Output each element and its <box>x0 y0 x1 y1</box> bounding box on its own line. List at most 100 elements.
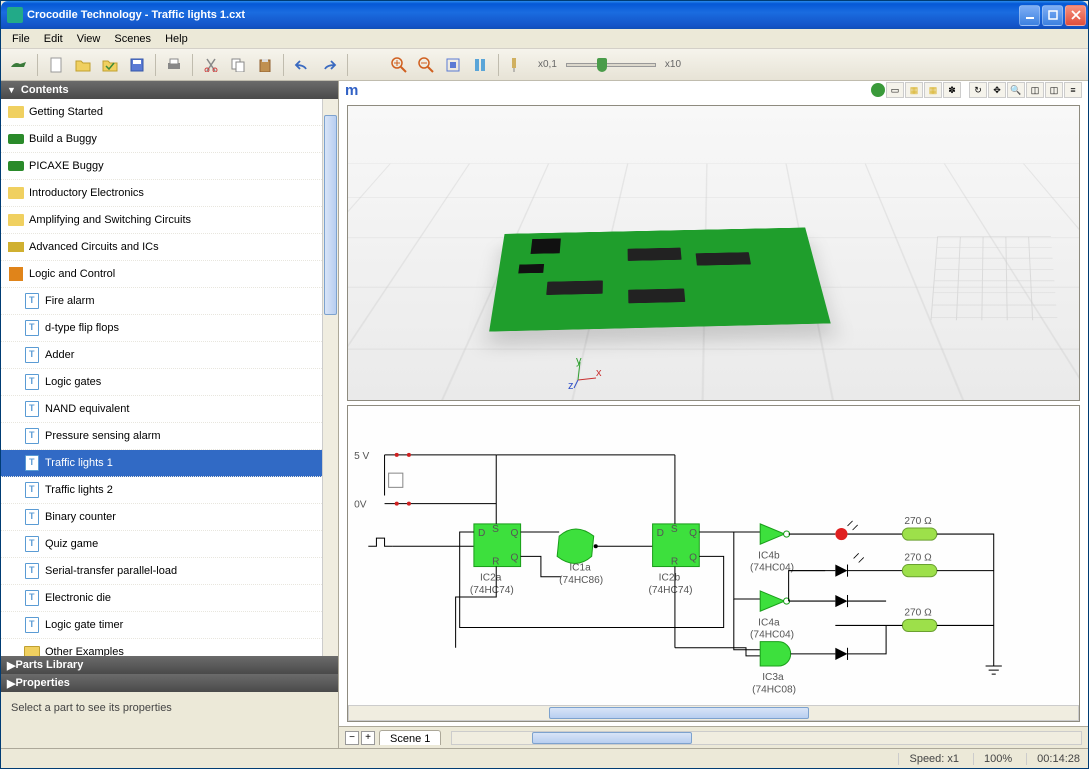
view-list-icon[interactable]: ≡ <box>1064 82 1082 98</box>
folder-icon <box>23 644 41 656</box>
workspace: m ▭ ▦ ▦ ✽ ↻ ✥ 🔍 ◫ ◫ ≡ <box>339 81 1088 748</box>
tree-scrollbar[interactable] <box>322 99 338 656</box>
page-icon <box>23 455 41 471</box>
green-icon <box>7 158 25 174</box>
view-grid2-icon[interactable]: ▦ <box>924 82 942 98</box>
speed-slider[interactable] <box>566 63 656 67</box>
page-icon <box>23 320 41 336</box>
schematic-h-scrollbar[interactable] <box>348 705 1079 721</box>
view-select-icon[interactable]: ▭ <box>886 82 904 98</box>
scene-zoom-in[interactable]: + <box>361 731 375 745</box>
tree-item-amplifying-and-switching-circuits[interactable]: Amplifying and Switching Circuits <box>1 207 322 234</box>
view-cube2-icon[interactable]: ◫ <box>1045 82 1063 98</box>
tree-item-quiz-game[interactable]: Quiz game <box>1 531 322 558</box>
view-refresh-icon[interactable]: ↻ <box>969 82 987 98</box>
svg-text:(74HC04): (74HC04) <box>750 630 794 641</box>
scene-tab-1[interactable]: Scene 1 <box>379 730 441 745</box>
save-button[interactable] <box>125 53 149 77</box>
yel-icon <box>7 104 25 120</box>
svg-text:270 Ω: 270 Ω <box>904 552 932 563</box>
properties-panel-header[interactable]: ▶Properties <box>1 674 338 692</box>
model-logo-icon: m <box>345 82 358 99</box>
tree-item-advanced-circuits-and-ics[interactable]: Advanced Circuits and ICs <box>1 234 322 261</box>
view-center-icon[interactable]: ✽ <box>943 82 961 98</box>
tree-item-label: Introductory Electronics <box>29 187 144 199</box>
svg-text:(74HC86): (74HC86) <box>559 575 603 586</box>
tree-item-serial-transfer-parallel-load[interactable]: Serial-transfer parallel-load <box>1 558 322 585</box>
page-icon <box>23 374 41 390</box>
chip-icon <box>7 239 25 255</box>
print-button[interactable] <box>162 53 186 77</box>
probe-button[interactable] <box>505 53 529 77</box>
new-button[interactable] <box>44 53 68 77</box>
menu-scenes[interactable]: Scenes <box>107 31 158 47</box>
tree-item-d-type-flip-flops[interactable]: d-type flip flops <box>1 315 322 342</box>
tree-item-nand-equivalent[interactable]: NAND equivalent <box>1 396 322 423</box>
tree-item-label: Getting Started <box>29 106 103 118</box>
menu-file[interactable]: File <box>5 31 37 47</box>
breadboard <box>930 236 1057 320</box>
paste-button[interactable] <box>253 53 277 77</box>
minimize-button[interactable] <box>1019 5 1040 26</box>
status-bar: Speed: x1 100% 00:14:28 <box>1 748 1088 768</box>
zoom-out-button[interactable] <box>414 53 438 77</box>
tree-item-traffic-lights-1[interactable]: Traffic lights 1 <box>1 450 322 477</box>
scene-zoom-out[interactable]: − <box>345 731 359 745</box>
tree-item-electronic-die[interactable]: Electronic die <box>1 585 322 612</box>
tree-item-logic-gate-timer[interactable]: Logic gate timer <box>1 612 322 639</box>
zoom-in-button[interactable] <box>387 53 411 77</box>
tree-item-traffic-lights-2[interactable]: Traffic lights 2 <box>1 477 322 504</box>
tree-item-other-examples[interactable]: Other Examples <box>1 639 322 656</box>
redo-button[interactable] <box>317 53 341 77</box>
close-button[interactable] <box>1065 5 1086 26</box>
tree-item-label: Adder <box>45 349 74 361</box>
menu-help[interactable]: Help <box>158 31 195 47</box>
tree-item-logic-and-control[interactable]: Logic and Control <box>1 261 322 288</box>
cut-button[interactable] <box>199 53 223 77</box>
menu-bar: File Edit View Scenes Help <box>1 29 1088 49</box>
view-grid1-icon[interactable]: ▦ <box>905 82 923 98</box>
svg-text:(74HC74): (74HC74) <box>470 585 514 596</box>
view-pan-icon[interactable]: ✥ <box>988 82 1006 98</box>
open-button[interactable] <box>71 53 95 77</box>
status-time: 00:14:28 <box>1026 753 1080 765</box>
tree-item-binary-counter[interactable]: Binary counter <box>1 504 322 531</box>
title-bar: Crocodile Technology - Traffic lights 1.… <box>1 1 1088 29</box>
tree-item-getting-started[interactable]: Getting Started <box>1 99 322 126</box>
view-cube1-icon[interactable]: ◫ <box>1026 82 1044 98</box>
svg-text:Q: Q <box>689 528 697 539</box>
tree-item-adder[interactable]: Adder <box>1 342 322 369</box>
scene-scrollbar[interactable] <box>451 731 1082 745</box>
view-toolbar: m ▭ ▦ ▦ ✽ ↻ ✥ 🔍 ◫ ◫ ≡ <box>339 81 1088 99</box>
tree-item-label: Fire alarm <box>45 295 95 307</box>
open-examples-button[interactable] <box>98 53 122 77</box>
svg-text:(74HC08): (74HC08) <box>752 684 796 695</box>
contents-panel-header[interactable]: ▼Contents <box>1 81 338 99</box>
parts-panel-header[interactable]: ▶Parts Library <box>1 656 338 674</box>
view-globe-icon[interactable] <box>871 83 885 97</box>
undo-button[interactable] <box>290 53 314 77</box>
tree-item-pressure-sensing-alarm[interactable]: Pressure sensing alarm <box>1 423 322 450</box>
svg-text:S: S <box>492 524 499 535</box>
svg-text:5 V: 5 V <box>354 451 369 462</box>
maximize-button[interactable] <box>1042 5 1063 26</box>
menu-view[interactable]: View <box>70 31 108 47</box>
page-icon <box>23 563 41 579</box>
tree-item-introductory-electronics[interactable]: Introductory Electronics <box>1 180 322 207</box>
copy-button[interactable] <box>226 53 250 77</box>
schematic-viewport[interactable]: 5 V 0V D S R Q Q IC <box>347 405 1080 722</box>
app-window: Crocodile Technology - Traffic lights 1.… <box>0 0 1089 769</box>
tree-item-picaxe-buggy[interactable]: PICAXE Buggy <box>1 153 322 180</box>
fit-button[interactable] <box>441 53 465 77</box>
tree-item-fire-alarm[interactable]: Fire alarm <box>1 288 322 315</box>
croc-icon[interactable] <box>7 53 31 77</box>
tree-item-build-a-buggy[interactable]: Build a Buggy <box>1 126 322 153</box>
menu-edit[interactable]: Edit <box>37 31 70 47</box>
3d-viewport[interactable]: xyz <box>347 105 1080 401</box>
tree-item-logic-gates[interactable]: Logic gates <box>1 369 322 396</box>
view-zoom-icon[interactable]: 🔍 <box>1007 82 1025 98</box>
tree-item-label: d-type flip flops <box>45 322 119 334</box>
window-title: Crocodile Technology - Traffic lights 1.… <box>27 9 245 21</box>
pause-button[interactable] <box>468 53 492 77</box>
svg-text:Q: Q <box>510 528 518 539</box>
